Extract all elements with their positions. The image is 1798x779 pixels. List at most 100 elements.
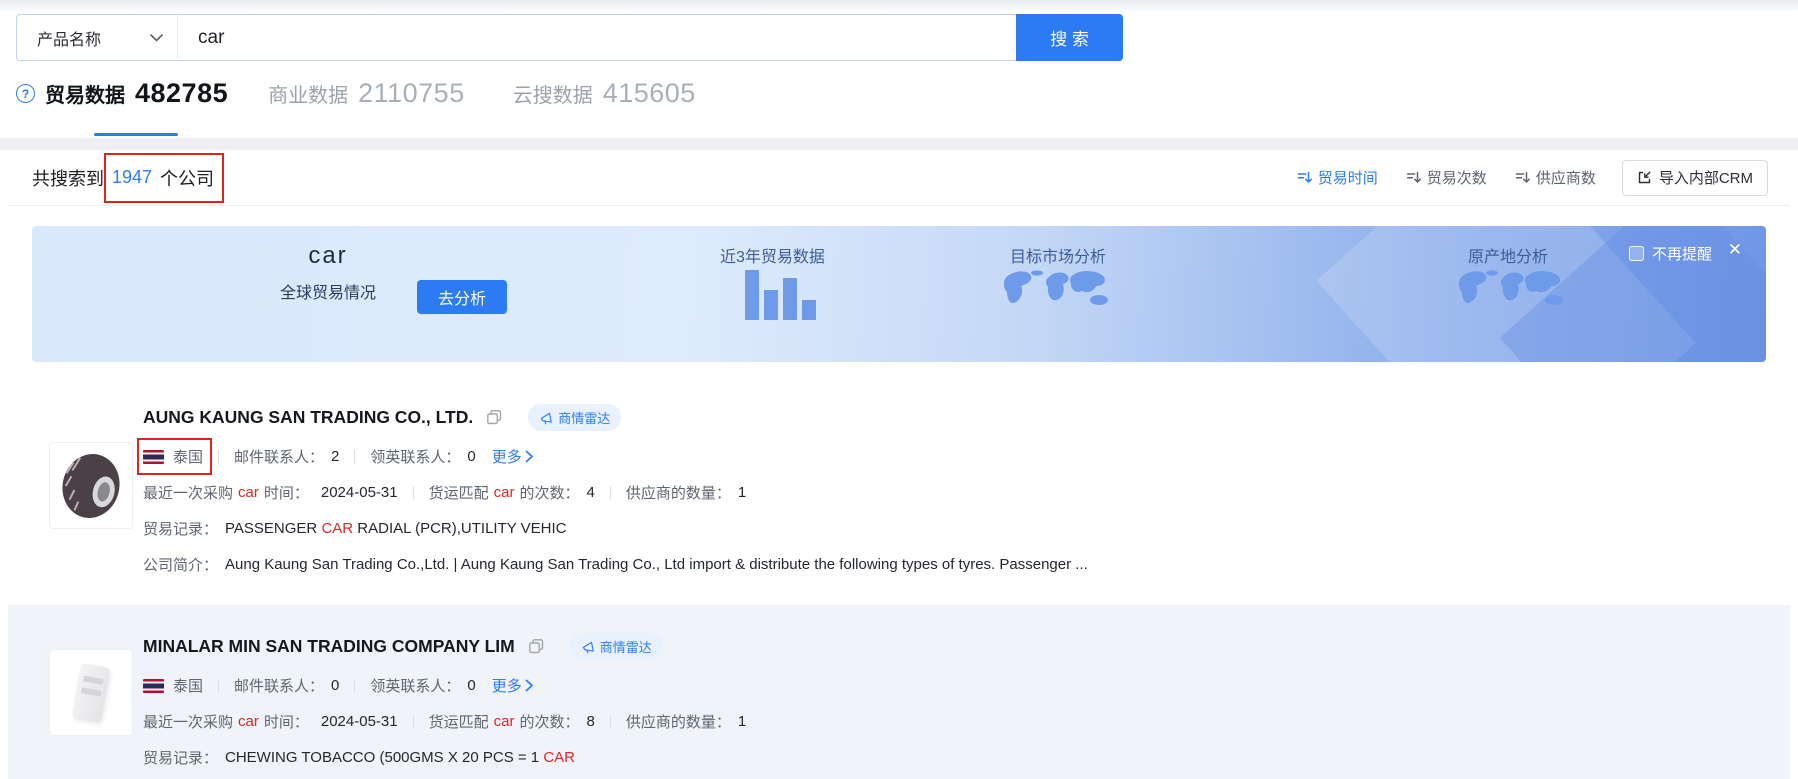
purchase-keyword: car xyxy=(238,484,259,501)
search-category-label: 产品名称 xyxy=(37,26,101,50)
sort-trade-count[interactable]: 贸易次数 xyxy=(1406,167,1487,188)
more-link[interactable]: 更多 xyxy=(492,446,534,467)
business-radar-badge[interactable]: 商情雷达 xyxy=(570,633,663,660)
divider xyxy=(354,679,355,693)
results-header: 共搜索到 1947 个公司 贸易时间 贸易次数 供应商数 导入内部C xyxy=(8,150,1790,206)
feature-origin-label: 原产地分析 xyxy=(1468,243,1548,267)
more-link[interactable]: 更多 xyxy=(492,675,534,696)
company-contact-row: 泰国 邮件联系人： 2 领英联系人： 0 更多 xyxy=(143,446,1766,467)
freight-pre: 货运匹配 xyxy=(429,711,489,732)
email-contacts-label: 邮件联系人： xyxy=(234,446,324,467)
tab-label: 商业数据 xyxy=(268,79,348,108)
results-summary: 共搜索到 1947 个公司 xyxy=(32,165,214,191)
country-wrap: 泰国 xyxy=(143,675,203,696)
more-label: 更多 xyxy=(492,446,522,467)
search-button[interactable]: 搜 索 xyxy=(1016,14,1123,61)
thailand-flag-icon xyxy=(143,450,164,464)
company-body: AUNG KAUNG SAN TRADING CO., LTD. 商情雷达 泰国… xyxy=(143,404,1766,575)
import-crm-button[interactable]: 导入内部CRM xyxy=(1622,160,1768,196)
company-thumbnail[interactable] xyxy=(49,649,133,736)
copy-icon[interactable] xyxy=(486,409,503,426)
company-thumbnail[interactable] xyxy=(49,442,133,529)
tire-image xyxy=(50,442,132,529)
tab-cloud-search-data[interactable]: 云搜数据 415605 xyxy=(513,78,696,109)
section-gap xyxy=(0,138,1798,150)
sort-label: 贸易时间 xyxy=(1318,167,1378,188)
banner-subtitle: 全球贸易情况 xyxy=(272,279,384,303)
company-stats-row: 最近一次采购 car 时间： 2024-05-31 货运匹配 car 的次数： … xyxy=(143,711,1766,732)
company-body: MINALAR MIN SAN TRADING COMPANY LIM 商情雷达… xyxy=(143,633,1766,768)
freight-count: 4 xyxy=(586,484,594,501)
sort-supplier-count[interactable]: 供应商数 xyxy=(1515,167,1596,188)
dismiss-checkbox[interactable] xyxy=(1629,246,1644,261)
tab-label: 云搜数据 xyxy=(513,79,593,108)
tab-label: 贸易数据 xyxy=(45,79,125,108)
purchase-date: 2024-05-31 xyxy=(321,713,398,730)
world-map-icon xyxy=(1450,268,1570,320)
company-name[interactable]: MINALAR MIN SAN TRADING COMPANY LIM xyxy=(143,636,515,657)
country-name: 泰国 xyxy=(173,446,203,467)
results-panel: 共搜索到 1947 个公司 贸易时间 贸易次数 供应商数 导入内部C xyxy=(8,150,1790,779)
email-contacts-value: 2 xyxy=(331,448,339,465)
results-suffix: 个公司 xyxy=(160,165,214,191)
sort-descending-icon xyxy=(1515,170,1530,185)
company-contact-row: 泰国 邮件联系人： 0 领英联系人： 0 更多 xyxy=(143,675,1766,696)
email-contacts-value: 0 xyxy=(331,677,339,694)
email-contacts-label: 邮件联系人： xyxy=(234,675,324,696)
record-keyword: CAR xyxy=(321,520,353,537)
dismiss-reminder[interactable]: 不再提醒 xyxy=(1629,243,1712,264)
record-keyword: CAR xyxy=(543,749,575,766)
company-intro-text: Aung Kaung San Trading Co.,Ltd. | Aung K… xyxy=(225,556,1088,573)
megaphone-icon xyxy=(539,411,553,425)
country-wrap: 泰国 xyxy=(143,446,203,467)
results-controls: 贸易时间 贸易次数 供应商数 导入内部CRM xyxy=(1269,160,1768,196)
company-card: MINALAR MIN SAN TRADING COMPANY LIM 商情雷达… xyxy=(8,605,1790,779)
purchase-keyword: car xyxy=(238,713,259,730)
import-icon xyxy=(1637,170,1652,185)
chevron-right-icon xyxy=(525,450,534,463)
results-count: 1947 xyxy=(112,167,152,188)
banner-keyword-block: car 全球贸易情况 xyxy=(272,242,384,303)
tabs-row: ? 贸易数据 482785 商业数据 2110755 云搜数据 415605 xyxy=(16,78,696,109)
active-tab-underline xyxy=(94,133,178,136)
help-icon[interactable]: ? xyxy=(16,84,35,103)
freight-count: 8 xyxy=(586,713,594,730)
analyze-button[interactable]: 去分析 xyxy=(417,280,507,314)
search-row: 产品名称 搜 索 xyxy=(16,14,1123,61)
company-title-row: MINALAR MIN SAN TRADING COMPANY LIM 商情雷达 xyxy=(143,633,1766,660)
divider xyxy=(413,715,414,729)
tab-business-data[interactable]: 商业数据 2110755 xyxy=(268,78,465,109)
trade-analysis-banner: car 全球贸易情况 去分析 近3年贸易数据 目标市场分析 原产地分析 不再提醒 xyxy=(32,226,1766,362)
purchase-date: 2024-05-31 xyxy=(321,484,398,501)
copy-icon[interactable] xyxy=(528,638,545,655)
badge-label: 商情雷达 xyxy=(558,408,610,427)
purchase-post: 时间： xyxy=(264,711,309,732)
search-input[interactable] xyxy=(178,15,1016,60)
sort-trade-time[interactable]: 贸易时间 xyxy=(1297,167,1378,188)
business-radar-badge[interactable]: 商情雷达 xyxy=(528,404,621,431)
company-name[interactable]: AUNG KAUNG SAN TRADING CO., LTD. xyxy=(143,407,473,428)
sort-descending-icon xyxy=(1406,170,1421,185)
tab-count: 415605 xyxy=(603,78,696,109)
trade-record-row: 贸易记录： PASSENGER CAR RADIAL (PCR),UTILITY… xyxy=(143,518,1766,539)
purchase-post: 时间： xyxy=(264,482,309,503)
tab-trade-data[interactable]: 贸易数据 482785 xyxy=(45,78,228,109)
divider xyxy=(218,679,219,693)
divider xyxy=(354,450,355,464)
supplier-label: 供应商的数量： xyxy=(626,482,731,503)
search-category-select[interactable]: 产品名称 xyxy=(17,15,177,60)
country-name: 泰国 xyxy=(173,675,203,696)
sort-descending-icon xyxy=(1297,170,1312,185)
freight-post: 的次数： xyxy=(519,711,579,732)
divider xyxy=(610,715,611,729)
tab-count: 2110755 xyxy=(358,78,465,109)
more-label: 更多 xyxy=(492,675,522,696)
results-count-wrap: 1947 个公司 xyxy=(112,165,214,191)
trade-record-text: CHEWING TOBACCO (500GMS X 20 PCS = 1 CAR xyxy=(225,749,575,766)
import-crm-label: 导入内部CRM xyxy=(1659,167,1753,188)
product-image xyxy=(71,662,110,722)
divider xyxy=(218,450,219,464)
supplier-count: 1 xyxy=(738,484,746,501)
badge-label: 商情雷达 xyxy=(600,637,652,656)
close-icon[interactable]: ✕ xyxy=(1728,241,1742,258)
